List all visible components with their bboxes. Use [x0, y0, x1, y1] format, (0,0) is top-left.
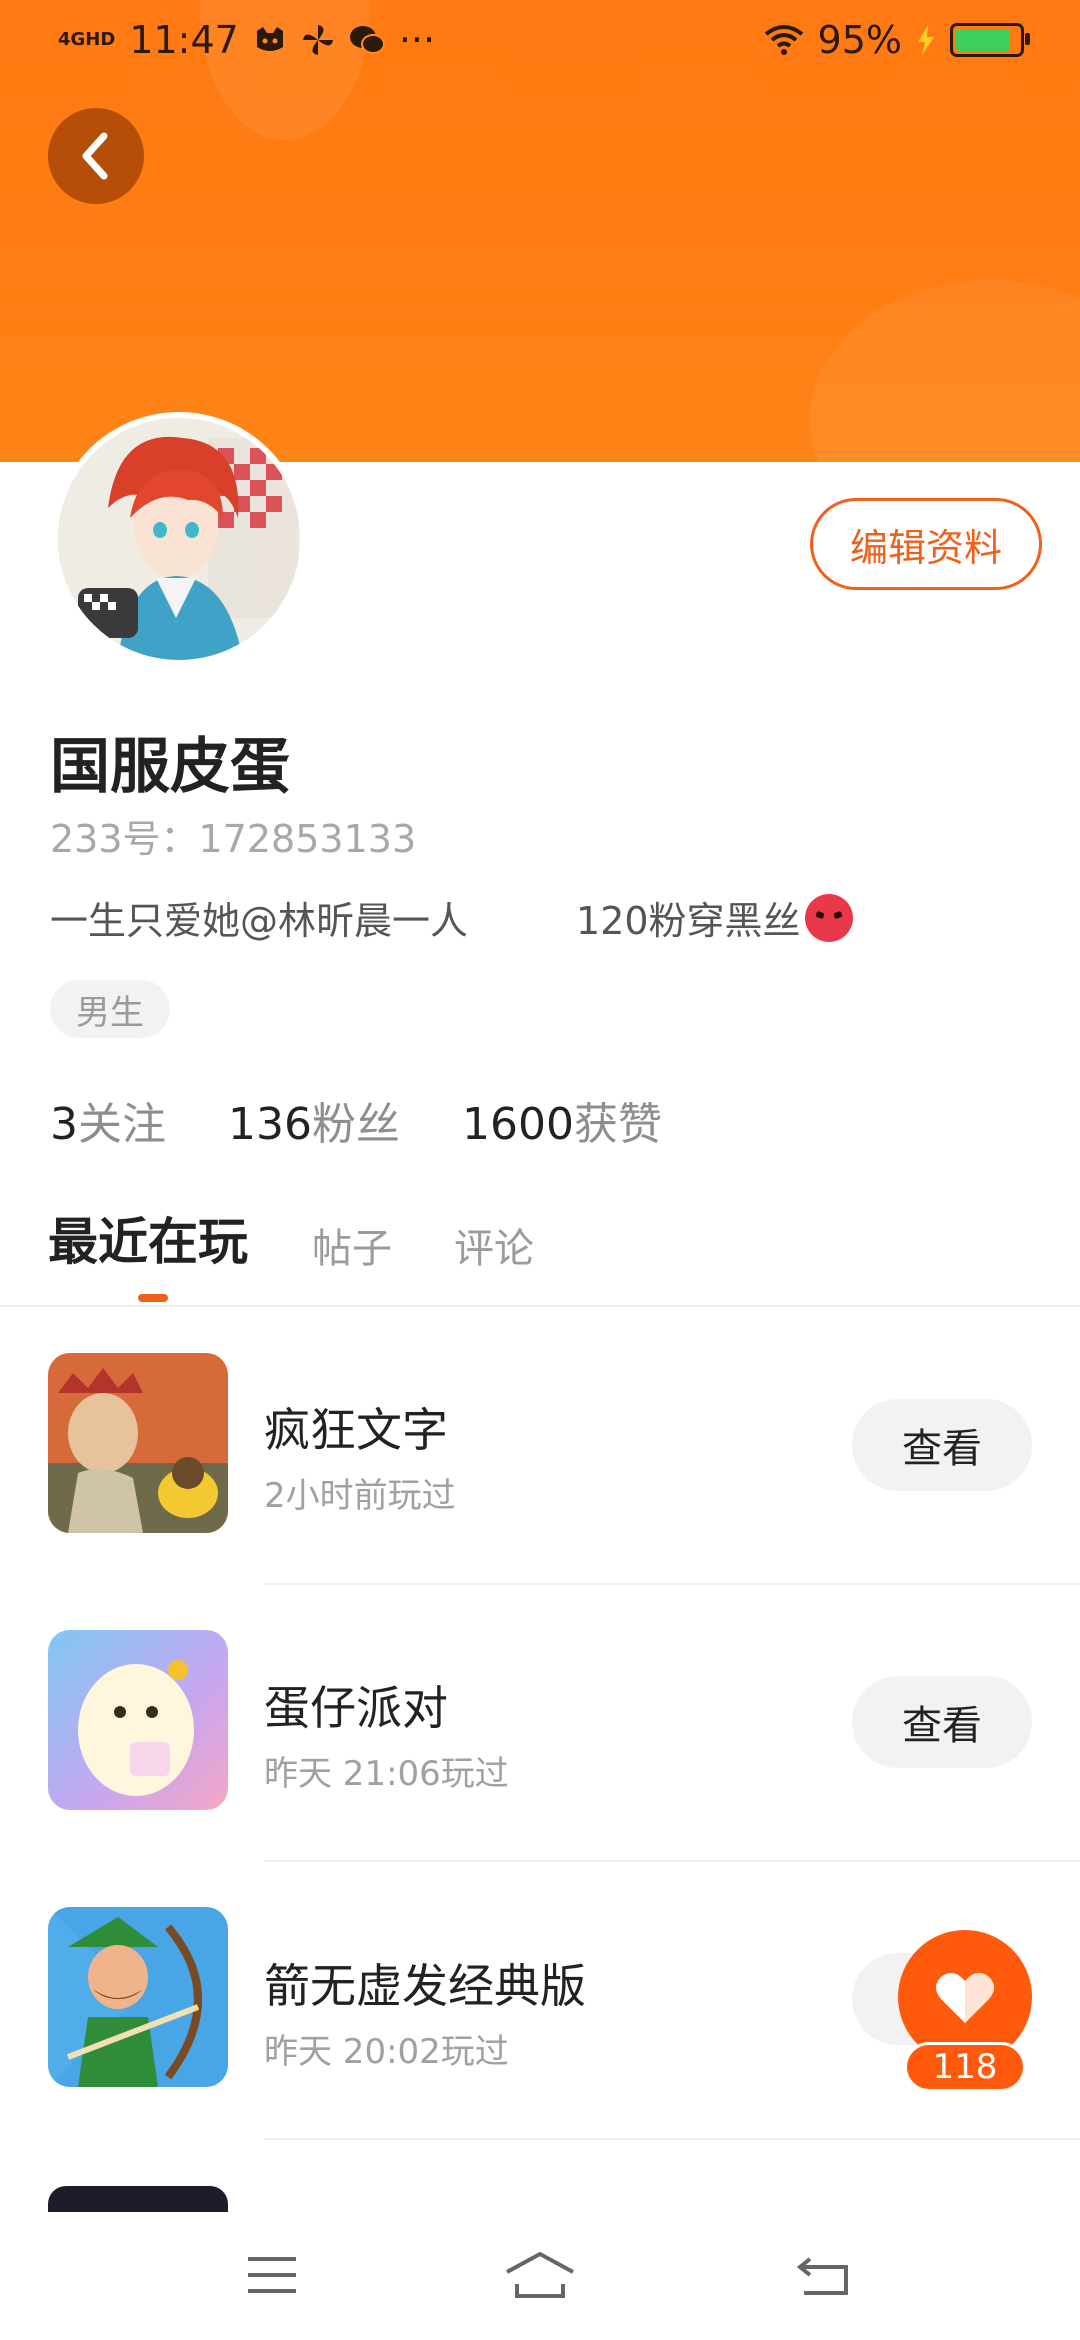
- bio-extra-text: 120粉穿黑丝: [576, 899, 801, 943]
- wechat-notification-icon: [349, 26, 385, 54]
- game-list-item[interactable]: 蛋仔派对 昨天 21:06玩过 查看: [0, 1584, 1080, 1862]
- user-id-value: 172853133: [198, 817, 417, 861]
- game-icon-eggy-party: [48, 1630, 228, 1810]
- charging-icon: [918, 25, 934, 55]
- clock: 11:47: [129, 18, 239, 62]
- return-icon: [796, 2257, 848, 2295]
- status-bar: 4GHD 11:47 ··· 95%: [0, 0, 1080, 86]
- user-id-label: 233号：: [50, 817, 199, 861]
- tab-posts[interactable]: 帖子: [312, 1216, 392, 1274]
- game-title: 疯狂文字: [264, 1403, 448, 1457]
- profile-name: 国服皮蛋: [50, 732, 290, 802]
- banner-decoration: [810, 280, 1080, 462]
- game-icon-crazy-text: [48, 1353, 228, 1533]
- stat-likes[interactable]: 1600获赞: [462, 1088, 662, 1152]
- game-icon-partial: [48, 2186, 228, 2212]
- profile-stats: 3关注 136粉丝 1600获赞: [50, 1088, 662, 1152]
- profile-bio: 一生只爱她@林昕晨一人 120粉穿黑丝: [50, 890, 853, 945]
- active-tab-indicator: [138, 1294, 168, 1302]
- angry-face-emoji-icon: [804, 893, 853, 942]
- menu-button[interactable]: [232, 2240, 312, 2310]
- game-last-played: 昨天 21:06玩过: [264, 1754, 509, 1794]
- pinwheel-notification-icon: [302, 25, 333, 55]
- network-indicator: 4GHD: [58, 29, 116, 50]
- home-icon: [506, 2252, 574, 2298]
- game-icon-archery: [48, 1907, 228, 2087]
- view-game-button[interactable]: 查看: [852, 1399, 1032, 1491]
- tab-recently-played[interactable]: 最近在玩: [48, 1202, 248, 1274]
- profile-tabs: 最近在玩 帖子 评论: [48, 1202, 596, 1274]
- game-last-played: 2小时前玩过: [264, 1476, 456, 1516]
- back-button[interactable]: [48, 108, 144, 204]
- avatar[interactable]: [52, 412, 306, 666]
- cat-notification-icon: [256, 27, 283, 51]
- gender-tag: 男生: [50, 980, 170, 1038]
- stat-followers[interactable]: 136粉丝: [228, 1088, 400, 1152]
- battery-percent: 95%: [817, 18, 902, 62]
- back-nav-button[interactable]: [784, 2240, 864, 2310]
- list-divider: [264, 2138, 1080, 2140]
- avatar-illustration: [58, 418, 300, 660]
- game-list-item[interactable]: 疯狂文字 2小时前玩过 查看: [0, 1306, 1080, 1584]
- battery-icon: [950, 23, 1030, 57]
- view-game-button[interactable]: 查看: [852, 1676, 1032, 1768]
- home-button[interactable]: [500, 2240, 580, 2310]
- menu-icon: [248, 2257, 296, 2293]
- game-title: 蛋仔派对: [264, 1681, 448, 1735]
- wifi-icon: [764, 25, 803, 55]
- tab-comments[interactable]: 评论: [454, 1216, 534, 1274]
- heart-icon: [936, 1972, 994, 2023]
- system-nav-bar: [0, 2212, 1080, 2340]
- chevron-left-icon: [82, 132, 108, 180]
- game-title: 箭无虚发经典版: [264, 1959, 586, 2013]
- more-notifications-icon: ···: [398, 18, 436, 62]
- stat-following[interactable]: 3关注: [50, 1088, 166, 1152]
- game-last-played: 昨天 20:02玩过: [264, 2032, 509, 2072]
- bio-text: 一生只爱她@林昕晨一人: [50, 899, 469, 943]
- user-id: 233号：172853133: [50, 808, 416, 863]
- like-count-badge: 118: [904, 2042, 1026, 2092]
- edit-profile-button[interactable]: 编辑资料: [810, 498, 1042, 590]
